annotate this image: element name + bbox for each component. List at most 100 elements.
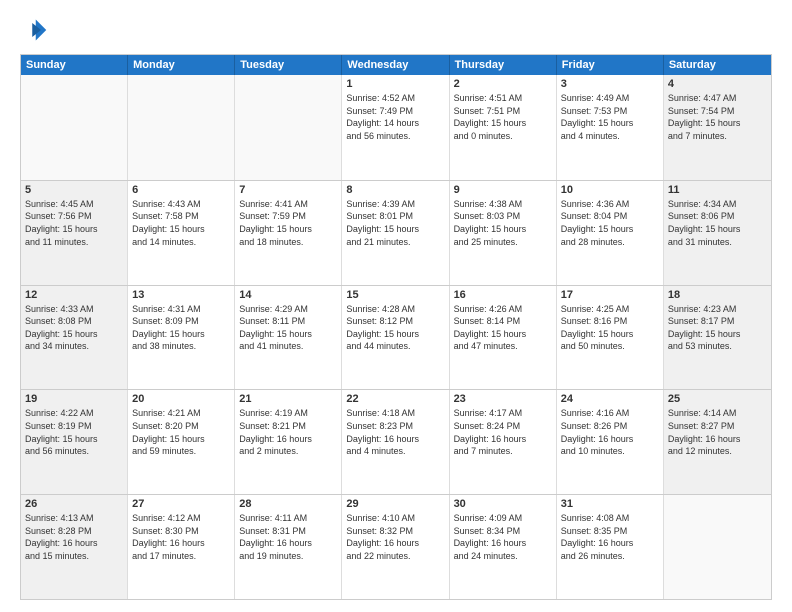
page: SundayMondayTuesdayWednesdayThursdayFrid…	[0, 0, 792, 612]
day-number: 14	[239, 289, 337, 301]
day-cell-14: 14Sunrise: 4:29 AM Sunset: 8:11 PM Dayli…	[235, 286, 342, 390]
day-info: Sunrise: 4:21 AM Sunset: 8:20 PM Dayligh…	[132, 407, 230, 457]
day-info: Sunrise: 4:14 AM Sunset: 8:27 PM Dayligh…	[668, 407, 767, 457]
day-number: 24	[561, 393, 659, 405]
day-info: Sunrise: 4:41 AM Sunset: 7:59 PM Dayligh…	[239, 198, 337, 248]
day-cell-12: 12Sunrise: 4:33 AM Sunset: 8:08 PM Dayli…	[21, 286, 128, 390]
day-cell-31: 31 Sunrise: 4:08 AM Sunset: 8:35 PM Dayli…	[557, 495, 664, 599]
header-day-saturday: Saturday	[664, 55, 771, 75]
day-number: 5	[25, 184, 123, 196]
day-cell-24: 24 Sunrise: 4:16 AM Sunset: 8:26 PM Dayli…	[557, 390, 664, 494]
day-cell-3: 3 Sunrise: 4:49 AM Sunset: 7:53 PM Daylig…	[557, 75, 664, 180]
day-cell-4: 4 Sunrise: 4:47 AM Sunset: 7:54 PM Daylig…	[664, 75, 771, 180]
header-day-monday: Monday	[128, 55, 235, 75]
day-info: Sunrise: 4:17 AM Sunset: 8:24 PM Dayligh…	[454, 407, 552, 457]
day-info: Sunrise: 4:11 AM Sunset: 8:31 PM Dayligh…	[239, 512, 337, 562]
day-number: 18	[668, 289, 767, 301]
calendar-body: 1Sunrise: 4:52 AM Sunset: 7:49 PM Daylig…	[21, 75, 771, 599]
day-info: Sunrise: 4:23 AM Sunset: 8:17 PM Dayligh…	[668, 303, 767, 353]
day-number: 20	[132, 393, 230, 405]
day-number: 3	[561, 78, 659, 90]
week-row-2: 5Sunrise: 4:45 AM Sunset: 7:56 PM Daylig…	[21, 180, 771, 285]
day-cell-28: 28Sunrise: 4:11 AM Sunset: 8:31 PM Dayli…	[235, 495, 342, 599]
day-info: Sunrise: 4:33 AM Sunset: 8:08 PM Dayligh…	[25, 303, 123, 353]
calendar: SundayMondayTuesdayWednesdayThursdayFrid…	[20, 54, 772, 600]
day-cell-13: 13 Sunrise: 4:31 AM Sunset: 8:09 PM Dayli…	[128, 286, 235, 390]
day-info: Sunrise: 4:10 AM Sunset: 8:32 PM Dayligh…	[346, 512, 444, 562]
day-cell-17: 17 Sunrise: 4:25 AM Sunset: 8:16 PM Dayli…	[557, 286, 664, 390]
day-number: 16	[454, 289, 552, 301]
day-cell-21: 21Sunrise: 4:19 AM Sunset: 8:21 PM Dayli…	[235, 390, 342, 494]
day-info: Sunrise: 4:52 AM Sunset: 7:49 PM Dayligh…	[346, 92, 444, 142]
day-number: 25	[668, 393, 767, 405]
day-info: Sunrise: 4:28 AM Sunset: 8:12 PM Dayligh…	[346, 303, 444, 353]
day-cell-29: 29 Sunrise: 4:10 AM Sunset: 8:32 PM Dayli…	[342, 495, 449, 599]
day-number: 31	[561, 498, 659, 510]
day-info: Sunrise: 4:51 AM Sunset: 7:51 PM Dayligh…	[454, 92, 552, 142]
day-info: Sunrise: 4:39 AM Sunset: 8:01 PM Dayligh…	[346, 198, 444, 248]
day-number: 13	[132, 289, 230, 301]
day-info: Sunrise: 4:09 AM Sunset: 8:34 PM Dayligh…	[454, 512, 552, 562]
day-number: 7	[239, 184, 337, 196]
header-day-sunday: Sunday	[21, 55, 128, 75]
day-number: 22	[346, 393, 444, 405]
day-cell-6: 6 Sunrise: 4:43 AM Sunset: 7:58 PM Daylig…	[128, 181, 235, 285]
day-info: Sunrise: 4:47 AM Sunset: 7:54 PM Dayligh…	[668, 92, 767, 142]
day-cell-10: 10Sunrise: 4:36 AM Sunset: 8:04 PM Dayli…	[557, 181, 664, 285]
day-info: Sunrise: 4:18 AM Sunset: 8:23 PM Dayligh…	[346, 407, 444, 457]
day-cell-22: 22 Sunrise: 4:18 AM Sunset: 8:23 PM Dayli…	[342, 390, 449, 494]
day-cell-25: 25 Sunrise: 4:14 AM Sunset: 8:27 PM Dayli…	[664, 390, 771, 494]
empty-cell	[664, 495, 771, 599]
week-row-5: 26Sunrise: 4:13 AM Sunset: 8:28 PM Dayli…	[21, 494, 771, 599]
header-day-thursday: Thursday	[450, 55, 557, 75]
day-number: 10	[561, 184, 659, 196]
day-info: Sunrise: 4:25 AM Sunset: 8:16 PM Dayligh…	[561, 303, 659, 353]
day-number: 15	[346, 289, 444, 301]
logo	[20, 16, 52, 44]
day-number: 11	[668, 184, 767, 196]
day-number: 8	[346, 184, 444, 196]
day-info: Sunrise: 4:08 AM Sunset: 8:35 PM Dayligh…	[561, 512, 659, 562]
week-row-4: 19Sunrise: 4:22 AM Sunset: 8:19 PM Dayli…	[21, 389, 771, 494]
day-number: 2	[454, 78, 552, 90]
day-info: Sunrise: 4:43 AM Sunset: 7:58 PM Dayligh…	[132, 198, 230, 248]
day-cell-19: 19Sunrise: 4:22 AM Sunset: 8:19 PM Dayli…	[21, 390, 128, 494]
day-number: 30	[454, 498, 552, 510]
day-cell-7: 7 Sunrise: 4:41 AM Sunset: 7:59 PM Daylig…	[235, 181, 342, 285]
day-info: Sunrise: 4:26 AM Sunset: 8:14 PM Dayligh…	[454, 303, 552, 353]
day-cell-5: 5Sunrise: 4:45 AM Sunset: 7:56 PM Daylig…	[21, 181, 128, 285]
day-info: Sunrise: 4:31 AM Sunset: 8:09 PM Dayligh…	[132, 303, 230, 353]
empty-cell	[21, 75, 128, 180]
day-number: 4	[668, 78, 767, 90]
empty-cell	[128, 75, 235, 180]
header	[20, 16, 772, 44]
day-cell-18: 18 Sunrise: 4:23 AM Sunset: 8:17 PM Dayli…	[664, 286, 771, 390]
day-cell-11: 11 Sunrise: 4:34 AM Sunset: 8:06 PM Dayli…	[664, 181, 771, 285]
day-info: Sunrise: 4:16 AM Sunset: 8:26 PM Dayligh…	[561, 407, 659, 457]
day-number: 9	[454, 184, 552, 196]
day-cell-9: 9Sunrise: 4:38 AM Sunset: 8:03 PM Daylig…	[450, 181, 557, 285]
day-number: 27	[132, 498, 230, 510]
logo-icon	[20, 16, 48, 44]
day-info: Sunrise: 4:22 AM Sunset: 8:19 PM Dayligh…	[25, 407, 123, 457]
day-cell-23: 23Sunrise: 4:17 AM Sunset: 8:24 PM Dayli…	[450, 390, 557, 494]
day-cell-8: 8 Sunrise: 4:39 AM Sunset: 8:01 PM Daylig…	[342, 181, 449, 285]
day-number: 21	[239, 393, 337, 405]
day-info: Sunrise: 4:12 AM Sunset: 8:30 PM Dayligh…	[132, 512, 230, 562]
day-cell-27: 27 Sunrise: 4:12 AM Sunset: 8:30 PM Dayli…	[128, 495, 235, 599]
day-cell-1: 1Sunrise: 4:52 AM Sunset: 7:49 PM Daylig…	[342, 75, 449, 180]
day-cell-16: 16 Sunrise: 4:26 AM Sunset: 8:14 PM Dayli…	[450, 286, 557, 390]
day-cell-15: 15 Sunrise: 4:28 AM Sunset: 8:12 PM Dayli…	[342, 286, 449, 390]
day-number: 6	[132, 184, 230, 196]
header-day-friday: Friday	[557, 55, 664, 75]
day-number: 29	[346, 498, 444, 510]
day-info: Sunrise: 4:34 AM Sunset: 8:06 PM Dayligh…	[668, 198, 767, 248]
header-day-tuesday: Tuesday	[235, 55, 342, 75]
empty-cell	[235, 75, 342, 180]
day-info: Sunrise: 4:49 AM Sunset: 7:53 PM Dayligh…	[561, 92, 659, 142]
day-info: Sunrise: 4:13 AM Sunset: 8:28 PM Dayligh…	[25, 512, 123, 562]
day-number: 17	[561, 289, 659, 301]
week-row-3: 12Sunrise: 4:33 AM Sunset: 8:08 PM Dayli…	[21, 285, 771, 390]
day-cell-2: 2 Sunrise: 4:51 AM Sunset: 7:51 PM Daylig…	[450, 75, 557, 180]
header-day-wednesday: Wednesday	[342, 55, 449, 75]
